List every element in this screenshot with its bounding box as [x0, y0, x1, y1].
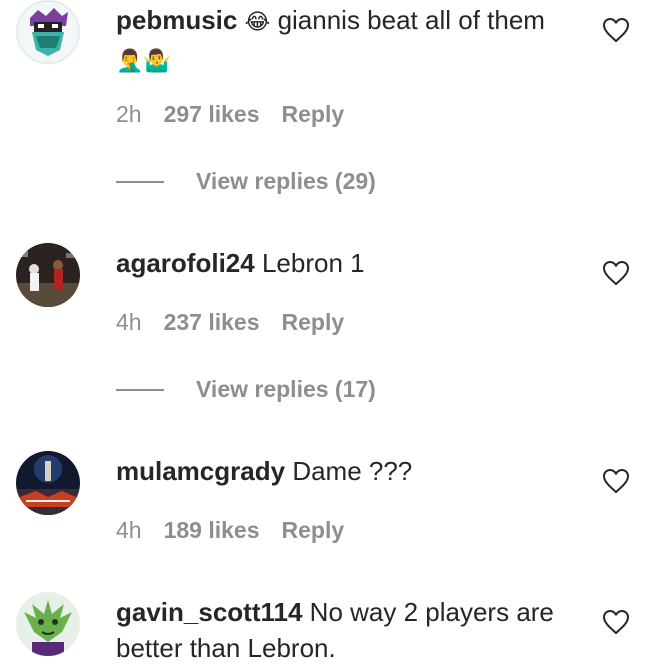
avatar-agarofoli24-image [16, 243, 80, 307]
comment-text: mulamcgrady Dame ??? [116, 453, 576, 489]
comment-meta: 4h 189 likes Reply [116, 515, 366, 545]
avatar[interactable] [16, 451, 80, 515]
comment-meta: 2h 297 likes Reply [116, 99, 366, 129]
comment-body: Lebron 1 [261, 248, 365, 278]
comment-username[interactable]: mulamcgrady [116, 456, 285, 486]
replies-divider [116, 389, 164, 391]
reply-button[interactable]: Reply [282, 517, 345, 543]
comment-username[interactable]: agarofoli24 [116, 248, 255, 278]
replies-divider [116, 181, 164, 183]
comment-likes[interactable]: 297 likes [164, 101, 260, 127]
like-heart-icon[interactable] [602, 260, 630, 286]
view-replies-label: View replies (29) [196, 168, 376, 194]
comment-username[interactable]: pebmusic [116, 5, 237, 35]
comment-username[interactable]: gavin_scott114 [116, 597, 302, 627]
like-heart-icon[interactable] [602, 609, 630, 635]
comment-text: pebmusic 😂 giannis beat all of them 🤦‍♂️… [116, 2, 576, 80]
avatar[interactable] [16, 0, 80, 64]
like-heart-icon[interactable] [602, 17, 630, 43]
comment-text: gavin_scott114 No way 2 players are bett… [116, 594, 576, 666]
comment-likes[interactable]: 237 likes [164, 309, 260, 335]
comment-time[interactable]: 4h [116, 517, 142, 543]
comment-text: agarofoli24 Lebron 1 [116, 245, 576, 281]
like-heart-icon[interactable] [602, 468, 630, 494]
facepalm-shrug-emoji: 🤦‍♂️🤷‍♂️ [116, 49, 171, 74]
avatar[interactable] [16, 592, 80, 656]
comment-body: Dame ??? [292, 456, 413, 486]
laughing-emoji: 😂 [244, 10, 271, 35]
avatar[interactable] [16, 243, 80, 307]
comment-time[interactable]: 2h [116, 101, 142, 127]
view-replies-label: View replies (17) [196, 376, 376, 402]
comment-time[interactable]: 4h [116, 309, 142, 335]
comment-body: giannis beat all of them [277, 5, 545, 35]
reply-button[interactable]: Reply [282, 101, 345, 127]
avatar-gavin-scott114-image [16, 592, 80, 656]
avatar-pebmusic-image [16, 0, 80, 64]
comment-meta: 4h 237 likes Reply [116, 307, 366, 337]
reply-button[interactable]: Reply [282, 309, 345, 335]
avatar-mulamcgrady-image [16, 451, 80, 515]
comment-likes[interactable]: 189 likes [164, 517, 260, 543]
